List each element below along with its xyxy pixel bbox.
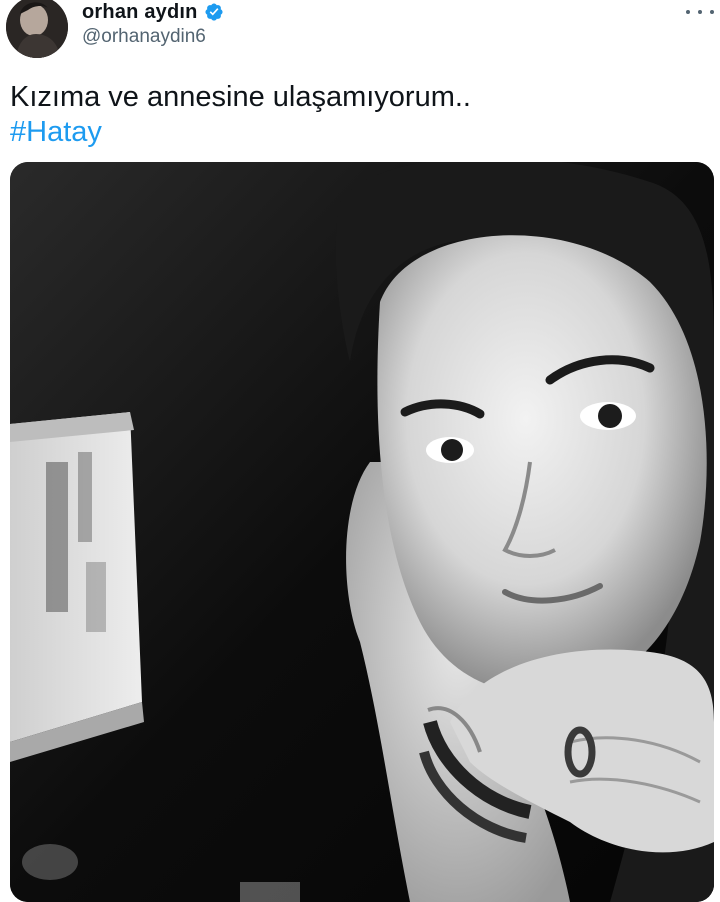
photo-image	[10, 162, 714, 902]
dot	[698, 10, 702, 14]
hashtag-link[interactable]: #Hatay	[10, 114, 102, 150]
author-display-name[interactable]: orhan aydın	[82, 1, 198, 24]
author-avatar[interactable]	[6, 0, 68, 58]
newspaper	[10, 412, 144, 762]
tweet-card: orhan aydın @orhanaydin6 Kızıma ve annes…	[0, 0, 720, 902]
dot	[710, 10, 714, 14]
author-name-row: orhan aydın	[82, 0, 224, 24]
tweet-text: Kızıma ve annesine ulaşamıyorum..	[10, 81, 471, 113]
dot	[686, 10, 690, 14]
author-handle[interactable]: @orhanaydin6	[82, 26, 206, 48]
verified-badge-icon	[204, 2, 224, 22]
more-options-icon[interactable]	[686, 4, 714, 20]
tweet-media-photo[interactable]	[10, 162, 714, 902]
avatar-photo	[6, 0, 68, 58]
